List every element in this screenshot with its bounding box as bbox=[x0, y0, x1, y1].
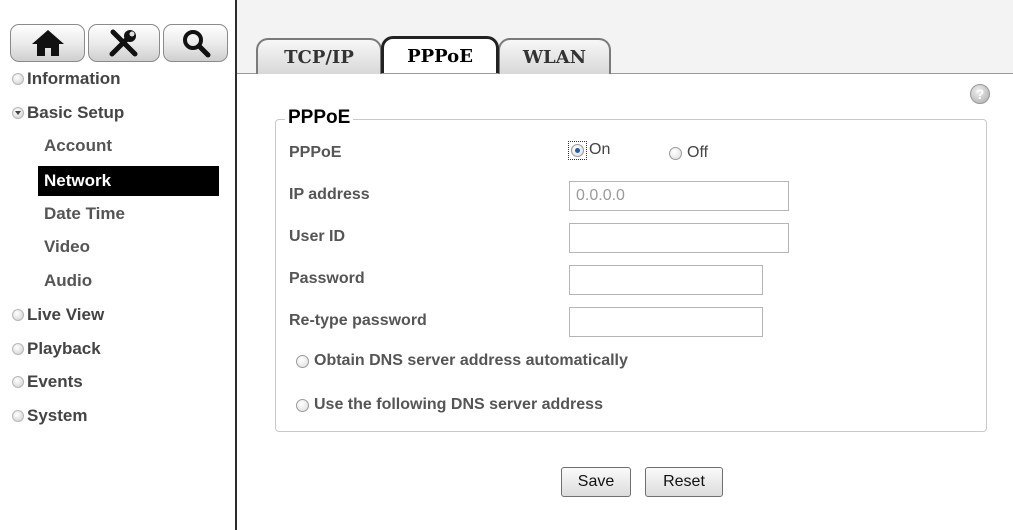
save-button[interactable]: Save bbox=[561, 467, 631, 497]
menu-system-label: System bbox=[27, 406, 88, 425]
bullet-icon bbox=[12, 73, 24, 85]
settings-button[interactable] bbox=[88, 24, 160, 62]
pppoe-on-label: On bbox=[589, 141, 611, 158]
menu-live-view[interactable]: Live View bbox=[12, 300, 104, 330]
submenu-account[interactable]: Account bbox=[38, 131, 219, 161]
ip-address-input[interactable]: 0.0.0.0 bbox=[569, 181, 789, 211]
bullet-icon bbox=[12, 309, 24, 321]
menu-live-view-label: Live View bbox=[27, 305, 105, 324]
pppoe-off-label: Off bbox=[687, 144, 709, 161]
pppoe-off-option[interactable]: Off bbox=[669, 142, 708, 164]
menu-playback[interactable]: Playback bbox=[12, 334, 101, 364]
home-icon bbox=[31, 30, 64, 56]
submenu-audio-label: Audio bbox=[44, 271, 93, 290]
ip-address-label: IP address bbox=[289, 186, 370, 203]
submenu-video-label: Video bbox=[44, 237, 90, 256]
dns-manual-label: Use the following DNS server address bbox=[314, 396, 603, 413]
tab-wlan-label: WLAN bbox=[522, 46, 587, 68]
tab-pppoe[interactable]: PPPoE bbox=[381, 36, 499, 73]
radio-on[interactable] bbox=[571, 143, 584, 157]
sidebar: Information Basic Setup Account Network … bbox=[0, 0, 235, 530]
menu-information-label: Information bbox=[27, 69, 121, 88]
dns-manual-option[interactable]: Use the following DNS server address bbox=[296, 394, 603, 416]
user-id-label: User ID bbox=[289, 228, 346, 245]
retype-password-input[interactable] bbox=[569, 307, 763, 337]
home-button[interactable] bbox=[10, 24, 85, 62]
radio-dns-auto[interactable] bbox=[296, 354, 309, 368]
menu-events[interactable]: Events bbox=[12, 367, 83, 397]
menu-basic-setup[interactable]: Basic Setup bbox=[12, 98, 124, 128]
menu-system[interactable]: System bbox=[12, 401, 87, 431]
bullet-icon bbox=[12, 343, 24, 355]
menu-playback-label: Playback bbox=[27, 339, 101, 358]
bullet-icon bbox=[12, 376, 24, 388]
menu-information[interactable]: Information bbox=[12, 64, 121, 94]
menu-events-label: Events bbox=[27, 372, 83, 391]
tab-tcp-ip[interactable]: TCP/IP bbox=[256, 38, 382, 74]
dns-auto-option[interactable]: Obtain DNS server address automatically bbox=[296, 350, 628, 372]
bullet-icon bbox=[12, 410, 24, 422]
reset-button[interactable]: Reset bbox=[645, 467, 723, 497]
dns-auto-label: Obtain DNS server address automatically bbox=[314, 352, 628, 369]
tab-pppoe-label: PPPoE bbox=[407, 45, 473, 67]
password-input[interactable] bbox=[569, 265, 763, 295]
tab-wlan[interactable]: WLAN bbox=[498, 38, 611, 74]
submenu-audio[interactable]: Audio bbox=[38, 266, 219, 296]
submenu-network[interactable]: Network bbox=[38, 166, 219, 196]
expanded-bullet-icon bbox=[12, 107, 24, 119]
radio-dns-manual[interactable] bbox=[296, 398, 309, 412]
radio-off[interactable] bbox=[669, 146, 682, 160]
submenu-date-time-label: Date Time bbox=[44, 204, 125, 223]
search-button[interactable] bbox=[163, 24, 228, 62]
pppoe-on-option[interactable]: On bbox=[568, 139, 610, 161]
pppoe-label: PPPoE bbox=[289, 144, 342, 161]
focus-outline bbox=[568, 140, 587, 160]
question-icon[interactable]: ? bbox=[970, 84, 990, 104]
menu-basic-setup-label: Basic Setup bbox=[27, 103, 125, 122]
submenu-network-label: Network bbox=[44, 171, 112, 190]
submenu-video[interactable]: Video bbox=[38, 232, 219, 262]
retype-password-label: Re-type password bbox=[289, 312, 427, 329]
sidebar-divider bbox=[235, 0, 237, 530]
submenu-date-time[interactable]: Date Time bbox=[38, 199, 219, 229]
tools-icon bbox=[109, 29, 138, 57]
tab-tcp-ip-label: TCP/IP bbox=[284, 46, 354, 68]
password-label: Password bbox=[289, 270, 365, 287]
user-id-input[interactable] bbox=[569, 223, 789, 253]
submenu-account-label: Account bbox=[44, 136, 112, 155]
fieldset-legend: PPPoE bbox=[285, 107, 354, 129]
search-icon bbox=[182, 30, 210, 58]
